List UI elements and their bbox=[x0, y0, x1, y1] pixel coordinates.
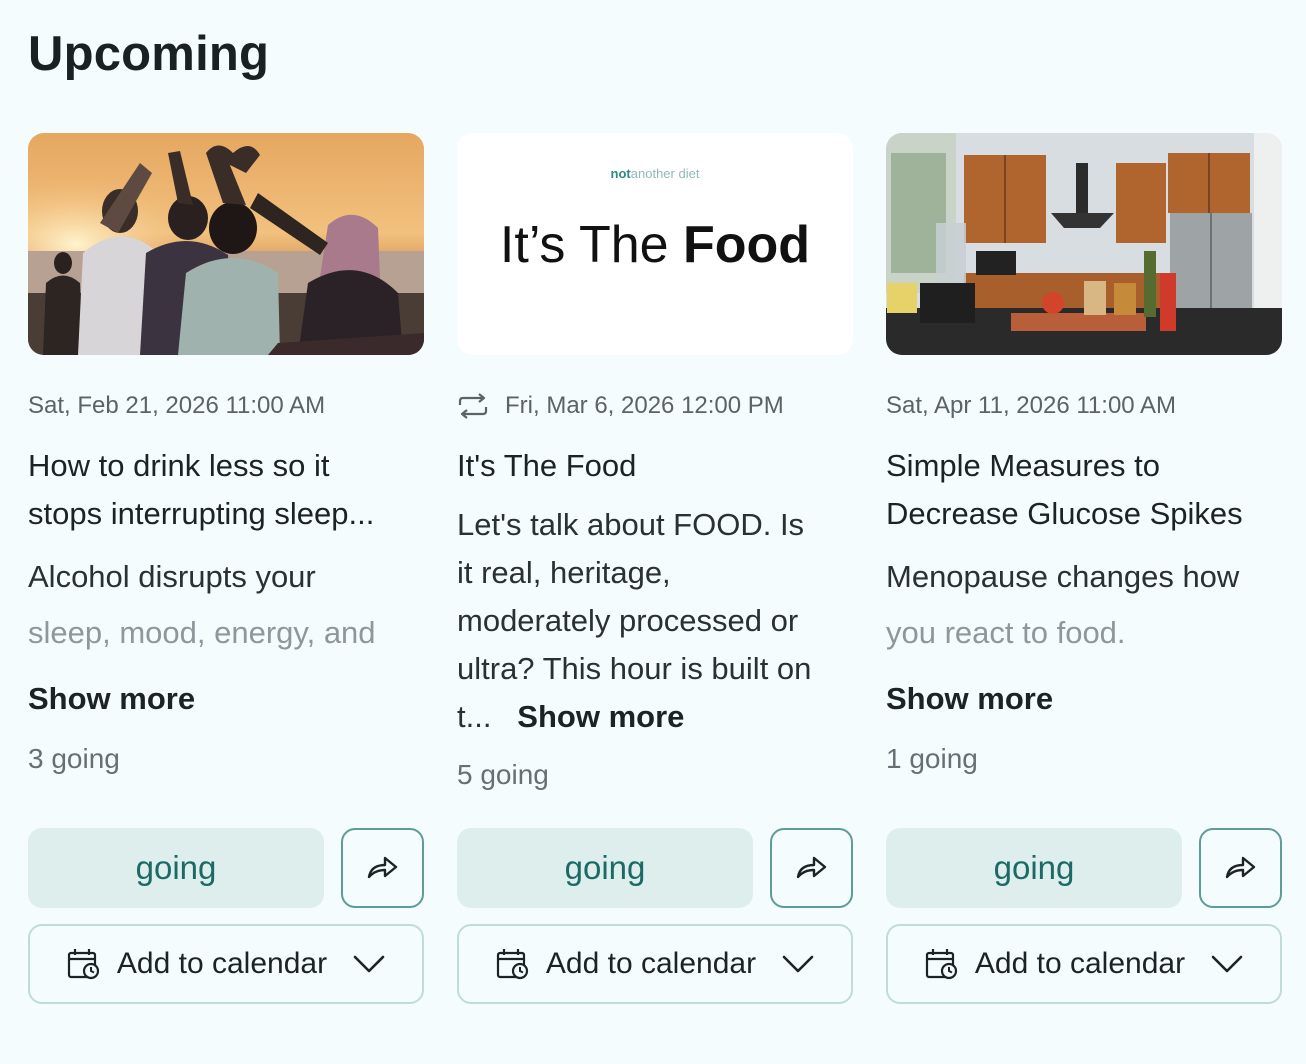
event-title[interactable]: It's The Food bbox=[457, 442, 853, 490]
event-description-line: Alcohol disrupts your bbox=[28, 559, 316, 594]
event-title-line: Decrease Glucose Spikes bbox=[886, 496, 1243, 531]
event-date: Sat, Apr 11, 2026 11:00 AM bbox=[886, 392, 1176, 419]
event-description: Let's talk about FOOD. Is it real, herit… bbox=[457, 501, 853, 741]
add-to-calendar-label: Add to calendar bbox=[974, 947, 1186, 980]
event-title-line: How to drink less so it bbox=[28, 448, 330, 483]
going-count: 3 going bbox=[28, 743, 120, 774]
upcoming-events-page: Upcoming Sat, Feb 21, 2026 11:00 AM How … bbox=[0, 0, 1306, 1064]
page-title: Upcoming bbox=[28, 27, 270, 81]
event-description: Menopause changes how you react to food. bbox=[886, 553, 1282, 657]
event-date-text: Fri, Mar 6, 2026 12:00 PM bbox=[505, 392, 784, 419]
share-icon bbox=[796, 856, 826, 879]
event-card[interactable]: notanother diet It’s The Food Fri, Mar 6… bbox=[457, 133, 853, 1004]
event-description-line: t... Show more bbox=[457, 693, 853, 741]
chevron-down-icon bbox=[1211, 955, 1243, 973]
share-button[interactable] bbox=[770, 828, 853, 908]
add-to-calendar-button[interactable]: Add to calendar bbox=[886, 924, 1282, 1004]
event-title-line: Simple Measures to bbox=[886, 448, 1160, 483]
event-card[interactable]: Sat, Feb 21, 2026 11:00 AM How to drink … bbox=[28, 133, 424, 1004]
event-image[interactable]: notanother diet It’s The Food bbox=[457, 133, 853, 355]
truncated-text: t... bbox=[457, 699, 492, 734]
event-title-line: stops interrupting sleep... bbox=[28, 496, 375, 531]
going-button[interactable]: going bbox=[28, 828, 324, 908]
share-button[interactable] bbox=[1199, 828, 1282, 908]
event-description-line: you react to food. bbox=[886, 615, 1126, 650]
share-icon bbox=[1225, 856, 1255, 879]
event-description: Alcohol disrupts your sleep, mood, energ… bbox=[28, 553, 424, 657]
show-more-link[interactable]: Show more bbox=[886, 681, 1053, 717]
event-title-line: It's The Food bbox=[457, 448, 637, 483]
show-more-link[interactable]: Show more bbox=[28, 681, 195, 717]
event-title[interactable]: How to drink less so it stops interrupti… bbox=[28, 442, 424, 538]
add-to-calendar-button[interactable]: Add to calendar bbox=[457, 924, 853, 1004]
event-title[interactable]: Simple Measures to Decrease Glucose Spik… bbox=[886, 442, 1282, 538]
event-date: Sat, Feb 21, 2026 11:00 AM bbox=[28, 392, 326, 419]
event-description-line: Let's talk about FOOD. Is bbox=[457, 507, 805, 542]
share-icon bbox=[367, 856, 397, 879]
calendar-clock-icon bbox=[925, 949, 958, 980]
going-count: 5 going bbox=[457, 759, 549, 790]
add-to-calendar-label: Add to calendar bbox=[545, 947, 757, 980]
going-button[interactable]: going bbox=[886, 828, 1182, 908]
image-brand-logo: notanother diet bbox=[610, 166, 700, 181]
calendar-clock-icon bbox=[67, 949, 100, 980]
event-description-line: ultra? This hour is built on bbox=[457, 651, 812, 686]
event-description-line: Menopause changes how bbox=[886, 559, 1240, 594]
show-more-link[interactable]: Show more bbox=[517, 699, 684, 734]
event-description-line: moderately processed or bbox=[457, 603, 799, 638]
add-to-calendar-label: Add to calendar bbox=[116, 947, 328, 980]
event-image[interactable] bbox=[886, 133, 1282, 355]
going-count: 1 going bbox=[886, 743, 978, 774]
going-button[interactable]: going bbox=[457, 828, 753, 908]
share-button[interactable] bbox=[341, 828, 424, 908]
repeat-icon bbox=[458, 393, 488, 419]
chevron-down-icon bbox=[353, 955, 385, 973]
event-description-line: it real, heritage, bbox=[457, 555, 671, 590]
event-card[interactable]: Sat, Apr 11, 2026 11:00 AM Simple Measur… bbox=[886, 133, 1282, 1004]
chevron-down-icon bbox=[782, 955, 814, 973]
event-date: Fri, Mar 6, 2026 12:00 PM bbox=[457, 392, 784, 420]
calendar-clock-icon bbox=[496, 949, 529, 980]
image-headline: It’s The Food bbox=[499, 216, 811, 274]
event-description-line: sleep, mood, energy, and bbox=[28, 615, 376, 650]
add-to-calendar-button[interactable]: Add to calendar bbox=[28, 924, 424, 1004]
event-image[interactable] bbox=[28, 133, 424, 355]
